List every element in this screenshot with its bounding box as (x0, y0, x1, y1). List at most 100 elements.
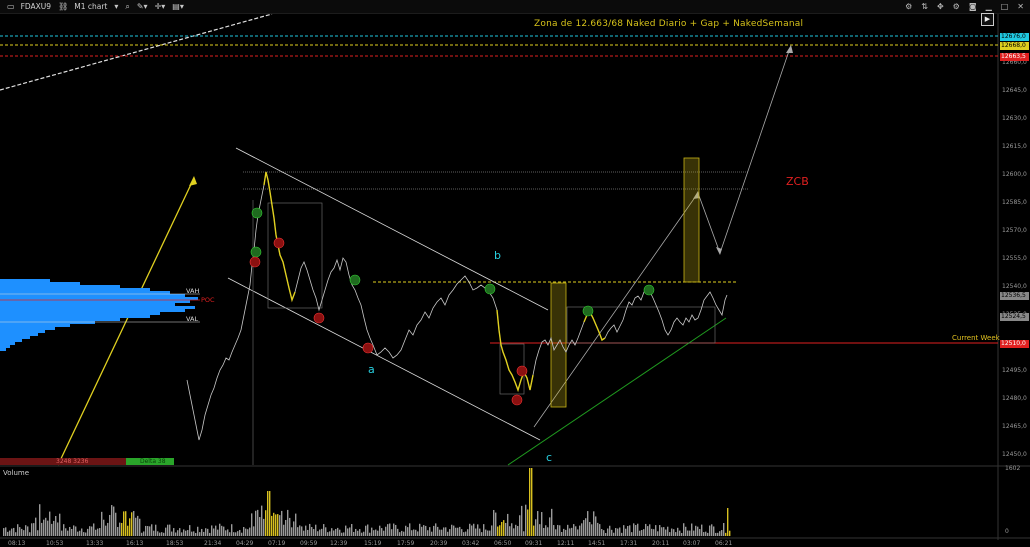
volume-bar (185, 530, 187, 536)
price-box-label: 12668,0 (1000, 42, 1029, 50)
volume-bar (183, 529, 185, 536)
volume-bar (349, 527, 351, 536)
red-marker (362, 342, 374, 354)
volume-bar (229, 532, 231, 536)
volume-bar (537, 511, 539, 536)
volume-bar (457, 527, 459, 536)
volume-bar (307, 529, 309, 536)
volume-bar (379, 525, 381, 536)
volume-bar (215, 525, 217, 536)
volume-axis-bottom: 0 (1005, 528, 1009, 535)
maximize-icon[interactable]: □ (1001, 2, 1009, 11)
settings-icon[interactable]: ⚙ (953, 2, 960, 11)
volume-bar (65, 528, 67, 536)
volume-bar (705, 531, 707, 536)
volume-bar (113, 506, 115, 536)
volume-bar (69, 526, 71, 536)
volume-bar (689, 530, 691, 536)
move-icon[interactable]: ✥ (937, 2, 944, 11)
chevron-down-icon[interactable]: ▾ (114, 2, 118, 11)
volume-bar (221, 525, 223, 536)
layout-icon[interactable]: ▤▾ (172, 2, 184, 11)
price-tick-label: 12645,0 (1002, 87, 1027, 94)
price-box-label: 12536,5 (1000, 292, 1029, 300)
volume-bar (317, 531, 319, 536)
minimize-icon[interactable]: ▁ (986, 2, 992, 11)
close-icon[interactable]: ✕ (1017, 2, 1024, 11)
volume-bar (697, 526, 699, 536)
volume-bar (201, 528, 203, 536)
volume-bar (109, 514, 111, 536)
volume-bar (165, 527, 167, 536)
camera-icon[interactable]: ◙ (969, 2, 977, 11)
volume-bar (117, 526, 119, 536)
panel-toggle-icon[interactable]: ▶ (981, 13, 994, 26)
volume-bar (519, 515, 521, 536)
volume-bar (431, 531, 433, 536)
volume-bar (315, 524, 317, 536)
volume-bar (541, 512, 543, 536)
volume-bar (629, 525, 631, 536)
price-chart[interactable] (0, 14, 1030, 547)
volume-bar (51, 523, 53, 536)
gear-icon[interactable]: ⚙ (905, 2, 912, 11)
volume-bar (79, 530, 81, 536)
volume-bar (297, 527, 299, 536)
volume-bar (373, 530, 375, 536)
volume-bar (17, 524, 19, 536)
drawing-icon[interactable]: ✎▾ (137, 2, 148, 11)
volume-bar (19, 527, 21, 536)
search-icon[interactable]: ⌕ (125, 2, 129, 12)
volume-bar (675, 532, 677, 536)
symbol-icon[interactable]: ▭ (7, 2, 15, 11)
volume-bar (357, 530, 359, 536)
volume-bar (115, 512, 117, 536)
green-marker (250, 246, 262, 258)
volume-bar (509, 526, 511, 536)
price-box-label: 12676,0 (1000, 33, 1029, 41)
price-tick-label: 12450,0 (1002, 451, 1027, 458)
share-icon[interactable]: ⇅ (921, 2, 928, 11)
volume-bar (671, 528, 673, 536)
volume-bar (275, 514, 277, 536)
volume-bar (381, 528, 383, 536)
volume-bar (63, 524, 65, 536)
volume-bar (169, 524, 171, 536)
volume-bar (287, 509, 289, 536)
volume-bar (199, 532, 201, 536)
volume-bar (105, 525, 107, 536)
volume-bar (505, 522, 507, 536)
volume-bar (279, 515, 281, 536)
volume-bar (285, 519, 287, 536)
volume-bar (283, 524, 285, 536)
time-tick-label: 14:51 (588, 540, 606, 547)
volume-bar (131, 512, 133, 536)
volume-bar (257, 509, 259, 536)
volume-bar (303, 530, 305, 536)
time-tick-label: 10:53 (46, 540, 64, 547)
timeframe-selector[interactable]: M1 chart (74, 2, 107, 11)
volume-bar (499, 525, 501, 536)
volume-bar (145, 525, 147, 536)
volume-bar (673, 529, 675, 536)
volume-bar (613, 532, 615, 536)
volume-bar (233, 532, 235, 536)
volume-bar (121, 522, 123, 536)
volume-bar (245, 528, 247, 536)
time-tick-label: 09:59 (300, 540, 318, 547)
projection-arrow (533, 47, 791, 428)
volume-bar (181, 532, 183, 536)
volume-bar (451, 524, 453, 536)
volume-bar (523, 531, 525, 536)
volume-bar (403, 531, 405, 536)
volume-bar (151, 524, 153, 536)
volume-bar (483, 524, 485, 536)
time-tick-label: 04:29 (236, 540, 254, 547)
symbol-selector[interactable]: FDAXU9 (21, 2, 52, 11)
crosshair-icon[interactable]: ✛▾ (155, 2, 166, 11)
volume-bar (255, 510, 257, 536)
wave-label-c: c (546, 451, 553, 464)
zcb-label: ZCB (786, 175, 809, 188)
link-icon[interactable]: ⛓ (58, 2, 68, 11)
volume-bar (449, 529, 451, 536)
